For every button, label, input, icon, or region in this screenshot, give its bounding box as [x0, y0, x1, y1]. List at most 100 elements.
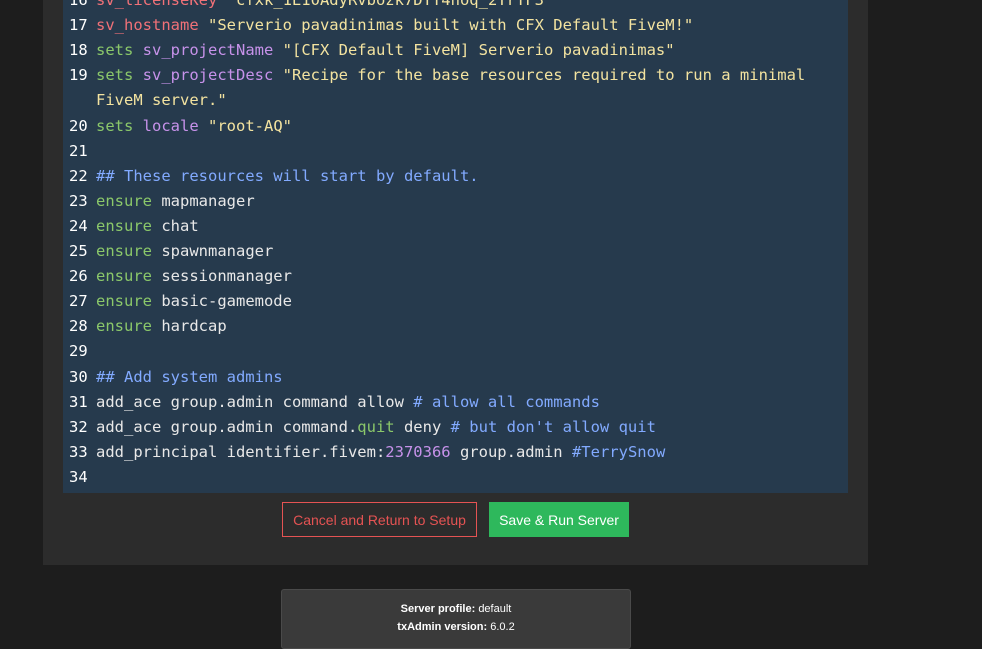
line-number: 30 — [69, 367, 88, 386]
code-token: ensure — [96, 191, 162, 210]
code-token: ensure — [96, 267, 162, 286]
line-number: 32 — [69, 417, 88, 436]
line-number: 26 — [69, 267, 88, 286]
code-text: ## Add system admins — [96, 365, 283, 390]
txadmin-version-label: txAdmin version: — [397, 621, 488, 633]
code-token: sets — [96, 116, 143, 135]
code-text: ensure spawnmanager — [96, 239, 273, 264]
code-token: group.admin — [450, 442, 572, 461]
code-text: sets sv_projectDesc "Recipe for the base… — [96, 63, 805, 88]
code-line[interactable]: 21 — [63, 139, 848, 164]
code-token: deny — [394, 417, 451, 436]
code-line[interactable]: 16 sv_licenseKey "cfxk_1E10AdyRvbozk7DTT4… — [63, 0, 848, 13]
code-line[interactable]: 28 ensure hardcap — [63, 314, 848, 339]
line-number: 29 — [69, 342, 88, 361]
code-line[interactable]: 25 ensure spawnmanager — [63, 239, 848, 264]
save-run-server-button[interactable]: Save & Run Server — [489, 502, 629, 537]
code-line[interactable]: 30 ## Add system admins — [63, 365, 848, 390]
code-token: "Serverio pavadinimas built with CFX Def… — [207, 16, 694, 35]
code-text: ensure chat — [96, 214, 199, 239]
code-line[interactable]: 18 sets sv_projectName "[CFX Default Five… — [63, 38, 848, 63]
code-token: sv_hostname — [96, 16, 208, 35]
code-token: mapmanager — [161, 191, 255, 210]
code-token: #TerrySnow — [571, 442, 666, 461]
code-token: ## These resources will start by default… — [96, 166, 479, 185]
code-line[interactable]: 26 ensure sessionmanager — [63, 264, 848, 289]
line-number: 25 — [69, 242, 88, 260]
code-token: add_principal identifier.fivem: — [96, 442, 386, 461]
code-token: ensure — [96, 317, 162, 336]
line-number: 31 — [69, 392, 88, 411]
code-text: sets sv_projectName "[CFX Default FiveM]… — [96, 38, 675, 63]
code-text: add_ace group.admin command allow # allo… — [96, 390, 600, 415]
code-token: sv_projectName — [142, 41, 283, 60]
code-token: sv_projectDesc — [142, 66, 283, 85]
line-number: 22 — [69, 166, 88, 185]
line-number: 27 — [69, 292, 88, 311]
code-token: basic-gamemode — [161, 292, 292, 311]
code-token: "[CFX Default FiveM] Serverio pavadinima… — [282, 41, 675, 60]
code-line[interactable]: 24 ensure chat — [63, 214, 848, 239]
code-token: "Recipe for the base resources required … — [282, 66, 806, 85]
code-line[interactable]: FiveM server." — [63, 88, 848, 113]
code-text: sv_licenseKey "cfxk_1E10AdyRvbozk7DTT4no… — [96, 0, 553, 13]
txadmin-version-row: txAdmin version: 6.0.2 — [282, 621, 630, 633]
code-line[interactable]: 33 add_principal identifier.fivem:2370366… — [63, 440, 848, 465]
code-line[interactable]: 29 — [63, 339, 848, 364]
code-line[interactable]: 17 sv_hostname "Serverio pavadinimas buil… — [63, 13, 848, 38]
server-profile-label: Server profile: — [400, 603, 476, 615]
server-profile-value: default — [478, 603, 512, 615]
code-token: add_ace group.admin command. — [96, 417, 358, 436]
footer-info-panel: Server profile: default txAdmin version:… — [281, 589, 631, 649]
line-number: 19 — [69, 66, 88, 85]
code-text: ensure basic-gamemode — [96, 289, 292, 314]
code-token: spawnmanager — [161, 242, 274, 260]
code-token: "root-AQ" — [208, 116, 292, 135]
code-text: ensure mapmanager — [96, 189, 255, 214]
line-number: 21 — [69, 141, 88, 160]
line-number: 20 — [69, 116, 88, 135]
code-text: ## These resources will start by default… — [96, 164, 479, 189]
code-token: quit — [357, 417, 395, 436]
code-token: # but don't allow quit — [450, 417, 656, 436]
line-number: 23 — [69, 191, 88, 210]
code-token: ensure — [96, 292, 162, 311]
code-line[interactable]: 34 — [63, 465, 848, 490]
code-token: hardcap — [161, 317, 227, 336]
line-number: 17 — [69, 16, 88, 35]
code-text: add_principal identifier.fivem:2370366 g… — [96, 440, 665, 465]
code-text: FiveM server." — [96, 88, 227, 113]
code-line[interactable]: 27 ensure basic-gamemode — [63, 289, 848, 314]
code-text: sv_hostname "Serverio pavadinimas built … — [96, 13, 693, 38]
code-token: add_ace group.admin command allow — [96, 392, 414, 411]
line-number: 16 — [69, 0, 88, 9]
line-number: 18 — [69, 41, 88, 60]
cancel-return-setup-button[interactable]: Cancel and Return to Setup — [282, 502, 477, 537]
line-number: 24 — [69, 216, 88, 235]
code-line[interactable]: 20 sets locale "root-AQ" — [63, 114, 848, 139]
txadmin-version-value: 6.0.2 — [490, 621, 515, 633]
code-line[interactable]: 19 sets sv_projectDesc "Recipe for the ba… — [63, 63, 848, 88]
code-text: add_ace group.admin command.quit deny # … — [96, 415, 656, 440]
server-cfg-editor[interactable]: 16 sv_licenseKey "cfxk_1E10AdyRvbozk7DTT4… — [63, 0, 848, 493]
code-token: sets — [96, 41, 143, 60]
server-profile-row: Server profile: default — [282, 603, 630, 615]
line-number: 28 — [69, 317, 88, 336]
code-token: "cfxk_1E10AdyRvbozk7DTT4noq_2TrTF3" — [226, 0, 554, 9]
code-line[interactable]: 23 ensure mapmanager — [63, 189, 848, 214]
line-number: 33 — [69, 442, 88, 461]
code-text: sets locale "root-AQ" — [96, 114, 292, 139]
code-line[interactable]: 22 ## These resources will start by defau… — [63, 164, 848, 189]
code-token: locale — [142, 116, 208, 135]
code-token: sets — [96, 66, 143, 85]
code-token: ensure — [96, 216, 162, 235]
code-token: # allow all commands — [413, 392, 600, 411]
code-token: FiveM server." — [96, 91, 227, 110]
code-line[interactable]: 31 add_ace group.admin command allow # al… — [63, 390, 848, 415]
code-token: chat — [161, 216, 199, 235]
code-text: ensure hardcap — [96, 314, 227, 339]
code-line[interactable]: 32 add_ace group.admin command.quit deny … — [63, 415, 848, 440]
line-number: 34 — [69, 467, 88, 486]
code-token: ## Add system admins — [96, 367, 283, 386]
code-token: sessionmanager — [161, 267, 292, 286]
